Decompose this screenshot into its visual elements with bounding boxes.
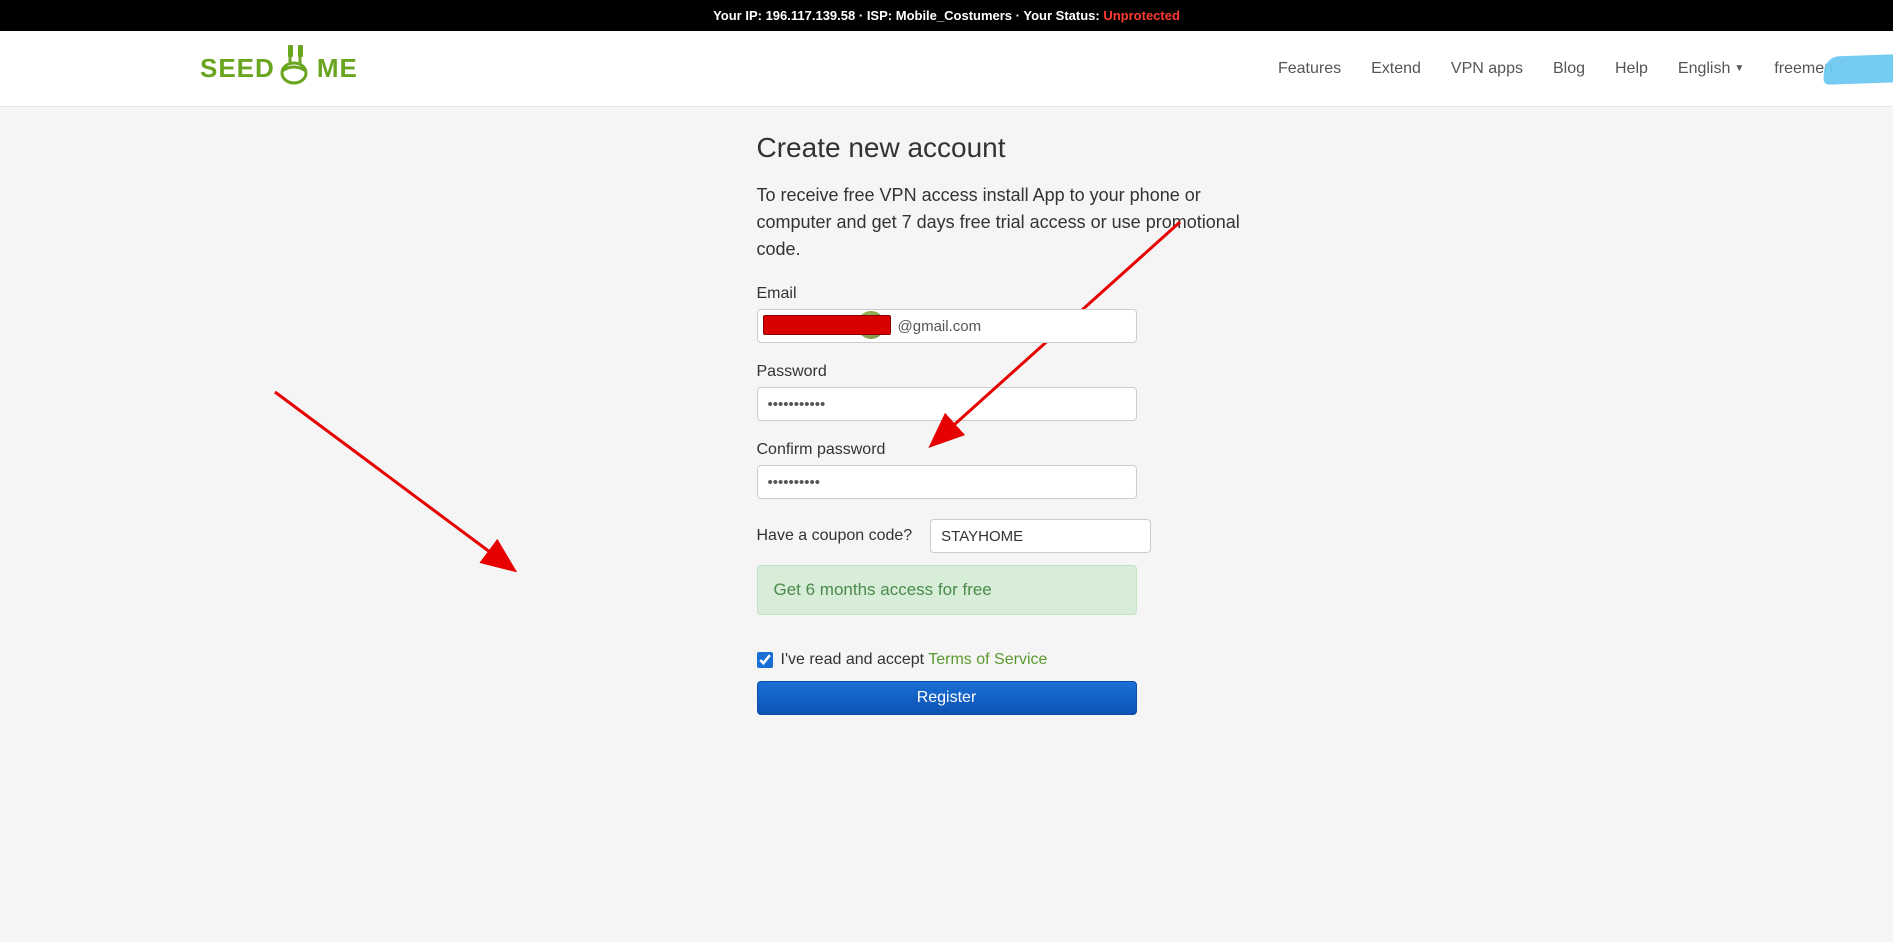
password-group: Password	[757, 363, 1137, 421]
isp-label: ISP:	[867, 8, 892, 23]
confirm-password-label: Confirm password	[757, 441, 1137, 459]
ip-label: Your IP:	[713, 8, 762, 23]
main-navbar: SEED ME Features Extend VPN apps Blog He…	[0, 31, 1893, 107]
form-container: Create new account To receive free VPN a…	[757, 132, 1137, 715]
ip-status-bar: Your IP: 196.117.139.58 · ISP: Mobile_Co…	[0, 0, 1893, 31]
redaction-swipe	[1823, 51, 1893, 85]
nav-help[interactable]: Help	[1615, 60, 1648, 78]
coupon-label: Have a coupon code?	[757, 527, 913, 545]
logo-text-1: SEED	[200, 53, 275, 84]
email-group: Email	[757, 285, 1137, 343]
nav-links: Features Extend VPN apps Blog Help Engli…	[1278, 60, 1833, 78]
email-redaction-bar	[763, 315, 891, 335]
page-subtitle: To receive free VPN access install App t…	[757, 182, 1247, 263]
password-input[interactable]	[757, 387, 1137, 421]
confirm-password-input[interactable]	[757, 465, 1137, 499]
nav-extend[interactable]: Extend	[1371, 60, 1421, 78]
coupon-row: Have a coupon code?	[757, 519, 1137, 553]
nav-language-dropdown[interactable]: English ▼	[1678, 60, 1744, 78]
tos-link[interactable]: Terms of Service	[928, 651, 1047, 668]
isp-value: Mobile_Costumers	[896, 8, 1012, 23]
page-title: Create new account	[757, 132, 1137, 164]
email-input-wrap	[757, 309, 1137, 343]
logo-icon	[275, 45, 317, 92]
tos-row: I've read and accept Terms of Service	[757, 651, 1137, 669]
status-value: Unprotected	[1103, 8, 1180, 23]
nav-user-dropdown[interactable]: freemen	[1774, 60, 1833, 78]
nav-features[interactable]: Features	[1278, 60, 1341, 78]
tos-prefix: I've read and accept	[781, 651, 929, 668]
status-label: Your Status:	[1023, 8, 1099, 23]
ip-value: 196.117.139.58	[766, 8, 856, 23]
sep1: ·	[859, 8, 867, 23]
promo-banner: Get 6 months access for free	[757, 565, 1137, 615]
nav-blog[interactable]: Blog	[1553, 60, 1585, 78]
register-button[interactable]: Register	[757, 681, 1137, 715]
coupon-input[interactable]	[930, 519, 1151, 553]
tos-checkbox[interactable]	[757, 652, 773, 668]
annotation-arrow-left	[270, 387, 530, 592]
nav-vpn-apps[interactable]: VPN apps	[1451, 60, 1523, 78]
logo-text-2: ME	[317, 53, 358, 84]
confirm-password-group: Confirm password	[757, 441, 1137, 499]
email-label: Email	[757, 285, 1137, 303]
nav-language-label: English	[1678, 60, 1730, 78]
brand-logo[interactable]: SEED ME	[200, 45, 358, 92]
tos-text: I've read and accept Terms of Service	[781, 651, 1048, 669]
password-label: Password	[757, 363, 1137, 381]
page-body: Create new account To receive free VPN a…	[0, 107, 1893, 907]
chevron-down-icon: ▼	[1734, 63, 1744, 74]
